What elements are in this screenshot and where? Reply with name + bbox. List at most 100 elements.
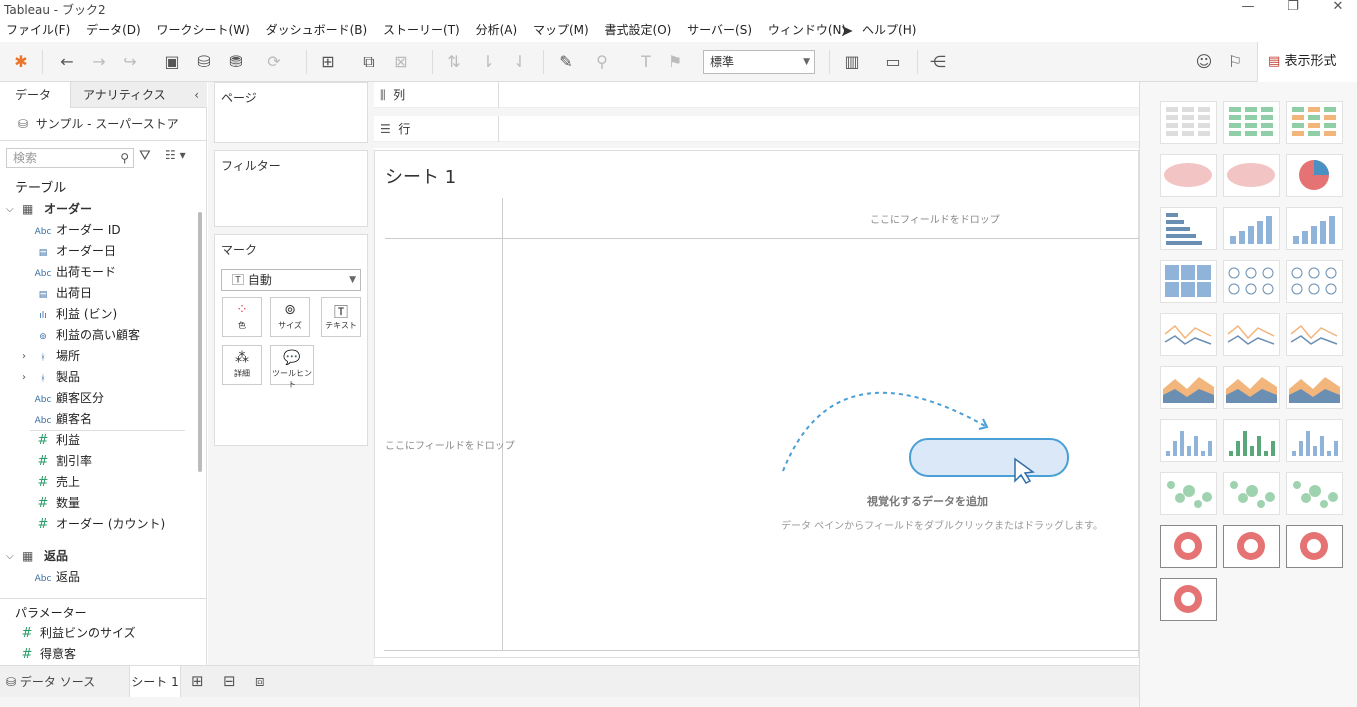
menu-server[interactable]: サーバー(S) bbox=[687, 19, 752, 41]
field-item[interactable]: # 数量 bbox=[0, 493, 200, 514]
text-button[interactable]: 🅃 テキスト bbox=[321, 297, 361, 337]
ask-data-icon[interactable]: ☺ bbox=[1192, 50, 1216, 74]
new-dashboard-icon[interactable]: ⊟ bbox=[223, 672, 236, 690]
menu-file[interactable]: ファイル(F) bbox=[6, 19, 70, 41]
tab-sheet-1[interactable]: シート 1 bbox=[129, 666, 181, 698]
fit-select[interactable]: 標準 ▼ bbox=[703, 50, 815, 74]
pause-updates-icon[interactable]: ⛃ bbox=[224, 50, 248, 74]
menu-data[interactable]: データ(D) bbox=[86, 19, 141, 41]
rows-shelf[interactable]: ☰ 行 bbox=[374, 116, 1139, 142]
field-item[interactable]: › ᚼ 製品 bbox=[0, 367, 200, 388]
search-input[interactable]: 検索 ⚲ bbox=[6, 148, 134, 168]
collapse-pane-icon[interactable]: ‹ bbox=[194, 82, 199, 108]
table-orders[interactable]: ⌵ ▦ オーダー bbox=[0, 199, 200, 220]
show-me-text-table[interactable] bbox=[1160, 101, 1217, 144]
clear-sheet-icon[interactable]: ⊠ bbox=[389, 50, 413, 74]
new-worksheet-icon[interactable]: ⊞ bbox=[191, 672, 204, 690]
field-item[interactable]: ⊚ 利益の高い顧客 bbox=[0, 325, 200, 346]
sheet-title[interactable]: シート 1 bbox=[385, 163, 456, 189]
datasource-item[interactable]: ⛁ サンプル - スーパーストア bbox=[0, 112, 207, 136]
show-me-bar-in-bar[interactable] bbox=[1223, 525, 1280, 568]
filter-icon[interactable]: ⛛ bbox=[139, 148, 151, 164]
field-item[interactable]: # 割引率 bbox=[0, 451, 200, 472]
format-painter-icon[interactable]: ⚐ bbox=[1223, 50, 1247, 74]
minimize-icon[interactable]: — bbox=[1225, 0, 1271, 18]
menu-format[interactable]: 書式設定(O) bbox=[605, 19, 672, 41]
highlight-icon[interactable]: ✎ bbox=[554, 50, 578, 74]
tableau-logo-icon[interactable]: ✱ bbox=[9, 50, 33, 74]
show-me-button[interactable]: ▤ 表示形式 bbox=[1257, 42, 1357, 82]
new-datasource-icon[interactable]: ⛁ bbox=[192, 50, 216, 74]
columns-shelf[interactable]: ⫼ 列 bbox=[374, 82, 1139, 108]
close-icon[interactable]: ✕ bbox=[1315, 0, 1357, 18]
drop-zone-top[interactable]: ここにフィールドをドロップ bbox=[870, 211, 1000, 226]
presentation-mode-icon[interactable]: ▭ bbox=[881, 50, 905, 74]
show-labels-icon[interactable]: T bbox=[634, 50, 658, 74]
show-me-histogram[interactable] bbox=[1223, 419, 1280, 462]
show-me-dual-combination[interactable] bbox=[1286, 366, 1343, 409]
show-me-lines-discrete[interactable] bbox=[1223, 313, 1280, 356]
show-me-area-continuous[interactable] bbox=[1160, 366, 1217, 409]
show-me-stacked-bars[interactable] bbox=[1223, 207, 1280, 250]
undo-icon[interactable]: ← bbox=[55, 50, 79, 74]
mark-type-select[interactable]: 🅃 自動 ▼ bbox=[221, 269, 361, 291]
chevron-right-icon[interactable]: › bbox=[22, 367, 26, 388]
menu-analysis[interactable]: 分析(A) bbox=[476, 19, 518, 41]
menu-dashboard[interactable]: ダッシュボード(B) bbox=[266, 19, 368, 41]
show-me-pie-chart[interactable] bbox=[1286, 154, 1343, 197]
show-me-dual-lines[interactable] bbox=[1286, 313, 1343, 356]
view-options-icon[interactable]: ☷ ▾ bbox=[165, 148, 186, 162]
show-me-highlight-table[interactable] bbox=[1286, 101, 1343, 144]
redo-icon[interactable]: → bbox=[87, 50, 111, 74]
menu-map[interactable]: マップ(M) bbox=[533, 19, 589, 41]
menu-worksheet[interactable]: ワークシート(W) bbox=[157, 19, 250, 41]
drop-zone-left[interactable]: ここにフィールドをドロップ bbox=[385, 437, 515, 452]
table-returns[interactable]: ⌵ ▦ 返品 bbox=[0, 546, 200, 567]
show-me-horizontal-bars[interactable] bbox=[1160, 207, 1217, 250]
show-me-box-and-whisker[interactable] bbox=[1286, 419, 1343, 462]
fix-axes-icon[interactable]: ⚑ bbox=[663, 50, 687, 74]
field-item[interactable]: # オーダー (カウント) bbox=[0, 514, 200, 535]
field-item[interactable]: # 利益 bbox=[0, 430, 200, 451]
field-item[interactable]: Abc 出荷モード bbox=[0, 262, 200, 283]
new-worksheet-icon[interactable]: ⊞ bbox=[316, 50, 340, 74]
show-me-treemap[interactable] bbox=[1160, 260, 1217, 303]
view-canvas[interactable]: シート 1 ここにフィールドをドロップ ここにフィールドをドロップ 視覚化するデ… bbox=[374, 150, 1140, 658]
group-icon[interactable]: ⚲ bbox=[590, 50, 614, 74]
sort-desc-icon[interactable]: ⇃ bbox=[508, 50, 532, 74]
show-me-scatter-plot[interactable] bbox=[1160, 419, 1217, 462]
show-cards-icon[interactable]: ▥ bbox=[840, 50, 864, 74]
show-me-side-by-side-circles[interactable] bbox=[1286, 260, 1343, 303]
show-me-extension[interactable] bbox=[1160, 578, 1217, 621]
field-item[interactable]: ▤ オーダー日 bbox=[0, 241, 200, 262]
share-icon[interactable]: ⋲ bbox=[926, 50, 950, 74]
field-item[interactable]: Abc 顧客名 bbox=[0, 409, 200, 430]
field-item[interactable]: ılı 利益 (ビン) bbox=[0, 304, 200, 325]
show-me-symbol-map[interactable] bbox=[1160, 154, 1217, 197]
tab-analytics[interactable]: アナリティクス ‹ bbox=[70, 82, 207, 108]
show-me-packed-bubbles[interactable] bbox=[1286, 472, 1343, 515]
sort-asc-icon[interactable]: ⇂ bbox=[476, 50, 500, 74]
detail-button[interactable]: ⁂ 詳細 bbox=[222, 345, 262, 385]
field-item[interactable]: Abc 顧客区分 bbox=[0, 388, 200, 409]
field-item[interactable]: # 売上 bbox=[0, 472, 200, 493]
save-icon[interactable]: ▣ bbox=[160, 50, 184, 74]
show-me-bullet-graph[interactable] bbox=[1223, 472, 1280, 515]
filters-shelf[interactable]: フィルター bbox=[214, 150, 368, 227]
replay-icon[interactable]: ↪ bbox=[118, 50, 142, 74]
parameter-item[interactable]: # 利益ビンのサイズ bbox=[0, 623, 200, 644]
size-button[interactable]: ⊚ サイズ bbox=[270, 297, 310, 337]
menu-window[interactable]: ウィンドウ(N) bbox=[768, 19, 846, 41]
show-me-sankey[interactable] bbox=[1286, 525, 1343, 568]
pages-shelf[interactable]: ページ bbox=[214, 82, 368, 143]
parameter-item[interactable]: # 得意客 bbox=[0, 644, 200, 665]
tab-data[interactable]: データ bbox=[0, 82, 70, 108]
menu-help[interactable]: ヘルプ(H) bbox=[862, 19, 916, 41]
show-me-donut-chart[interactable] bbox=[1160, 525, 1217, 568]
show-me-heat-map[interactable] bbox=[1223, 101, 1280, 144]
maximize-icon[interactable]: ❐ bbox=[1270, 0, 1316, 18]
show-me-side-by-side-bars[interactable] bbox=[1286, 207, 1343, 250]
show-me-area-discrete[interactable] bbox=[1223, 366, 1280, 409]
datasource-tab[interactable]: ⛁ データ ソース bbox=[6, 666, 95, 698]
field-item[interactable]: ▤ 出荷日 bbox=[0, 283, 200, 304]
